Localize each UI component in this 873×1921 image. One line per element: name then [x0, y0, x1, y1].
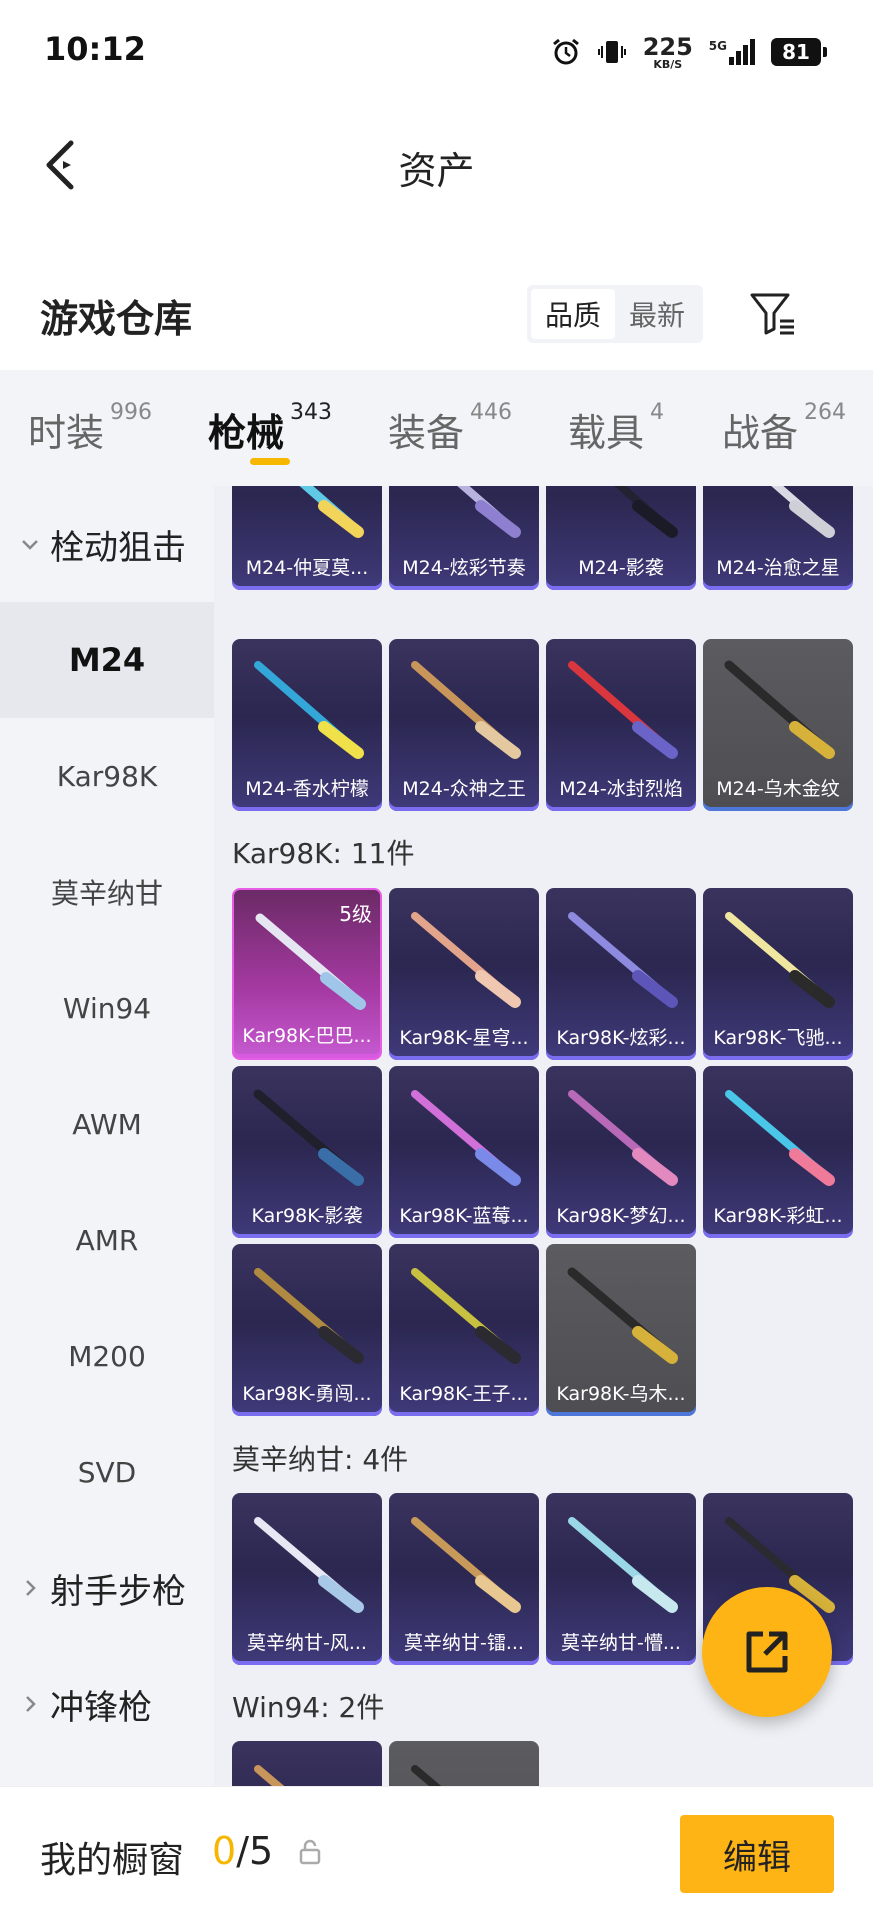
item-card[interactable]: Kar98K-梦幻... [546, 1066, 696, 1238]
sidebar-group-marksman[interactable]: 射手步枪 [0, 1530, 214, 1646]
category-tabs: 时装 996 枪械 343 装备 446 载具 4 战备 264 [0, 370, 873, 487]
rifle-icon [568, 661, 678, 759]
chevron-right-icon [18, 1692, 42, 1716]
item-card[interactable]: M24-香水柠檬 [232, 639, 382, 811]
item-card[interactable] [232, 1741, 382, 1786]
item-card[interactable] [389, 1741, 539, 1786]
rifle-icon [568, 1517, 678, 1613]
rifle-icon [254, 1268, 364, 1364]
item-card[interactable]: 莫辛纳甘-镭... [389, 1493, 539, 1665]
item-card[interactable]: Kar98K-星穹... [389, 888, 539, 1060]
rifle-icon [724, 660, 835, 759]
sidebar: 栓动狙击 M24 Kar98K 莫辛纳甘 Win94 AWM AMR M200 … [0, 486, 214, 1786]
share-fab[interactable] [702, 1587, 832, 1717]
rifle-icon [411, 912, 521, 1008]
item-card[interactable]: M24-乌木金纹 [703, 639, 853, 811]
item-card[interactable]: Kar98K-彩虹... [703, 1066, 853, 1238]
rifle-icon [771, 486, 835, 538]
lock-icon [299, 1839, 321, 1865]
sidebar-item-m200[interactable]: M200 [0, 1298, 214, 1414]
category-header-mosin: 莫辛纳甘: 4件 [232, 1443, 409, 1476]
rifle-icon [411, 1765, 442, 1786]
page-title: 资产 [398, 149, 475, 193]
item-card[interactable]: Kar98K-飞驰... [703, 888, 853, 1060]
signal-icon: 5G [709, 39, 755, 65]
rifle-icon [614, 486, 678, 538]
rifle-icon [725, 912, 835, 1008]
item-card[interactable]: M24-仲夏莫... [232, 486, 382, 590]
alarm-icon [552, 38, 579, 65]
category-header-kar98k: Kar98K: 11件 [232, 837, 415, 870]
rifle-icon [568, 1090, 678, 1186]
sidebar-item-awm[interactable]: AWM [0, 1066, 214, 1182]
showcase-count: 0/5 [212, 1829, 274, 1873]
sidebar-item-svd[interactable]: SVD [0, 1414, 214, 1530]
status-icons: 225 KB/S 5G 81 [551, 30, 827, 74]
filter-button[interactable] [745, 284, 801, 344]
sort-quality-option[interactable]: 品质 [531, 289, 616, 339]
network-speed: 225 KB/S [642, 32, 693, 71]
sort-toggle: 品质 最新 [527, 285, 704, 343]
rifle-icon [568, 912, 678, 1008]
item-card[interactable]: M24-冰封烈焰 [546, 639, 696, 811]
external-link-icon [746, 1631, 788, 1673]
section-header: 游戏仓库 品质 最新 [0, 230, 873, 370]
chevron-right-icon [18, 1576, 42, 1600]
tab-vehicles[interactable]: 载具 4 [568, 400, 664, 457]
section-title: 游戏仓库 [40, 297, 193, 341]
item-card[interactable]: M24-治愈之星 [703, 486, 853, 590]
sort-latest-option[interactable]: 最新 [615, 289, 699, 339]
vibrate-icon [597, 41, 626, 63]
item-card[interactable]: Kar98K-勇闯... [232, 1244, 382, 1416]
filter-icon [750, 293, 794, 335]
chevron-down-icon [18, 532, 42, 556]
sidebar-item-kar98k[interactable]: Kar98K [0, 718, 214, 834]
item-card[interactable]: Kar98K-蓝莓... [389, 1066, 539, 1238]
rifle-icon [411, 1268, 521, 1364]
item-card[interactable]: 莫辛纳甘-风... [232, 1493, 382, 1665]
status-time: 10:12 [44, 30, 146, 68]
item-card[interactable]: Kar98K-影袭 [232, 1066, 382, 1238]
bottom-bar: 我的橱窗 0/5 编辑 [0, 1786, 873, 1921]
sidebar-item-win94[interactable]: Win94 [0, 950, 214, 1066]
sidebar-group-smg[interactable]: 冲锋枪 [0, 1646, 214, 1762]
tab-indicator [250, 458, 290, 465]
nav-bar: 资产 [0, 100, 873, 230]
sidebar-item-amr[interactable]: AMR [0, 1182, 214, 1298]
rifle-icon [255, 913, 366, 1010]
item-card[interactable]: M24-影袭 [546, 486, 696, 590]
item-card[interactable]: M24-众神之王 [389, 639, 539, 811]
rifle-icon [411, 661, 521, 759]
tab-weapons[interactable]: 枪械 343 [208, 400, 332, 457]
rifle-icon [254, 1517, 364, 1613]
item-card[interactable]: Kar98K-炫彩... [546, 888, 696, 1060]
rifle-icon [254, 661, 364, 759]
status-bar: 10:12 225 KB/S 5G 81 [0, 0, 873, 100]
showcase-label: 我的橱窗 [40, 1840, 185, 1881]
category-header-win94: Win94: 2件 [232, 1691, 385, 1724]
item-card[interactable]: M24-炫彩节奏 [389, 486, 539, 590]
rifle-icon [411, 1090, 521, 1186]
tab-equipment[interactable]: 装备 446 [388, 400, 512, 457]
rifle-icon [567, 1267, 678, 1364]
rifle-icon [411, 1517, 521, 1613]
rifle-icon [725, 1090, 835, 1186]
tab-battle-prep[interactable]: 战备 264 [722, 400, 846, 457]
item-card[interactable]: 莫辛纳甘-懵... [546, 1493, 696, 1665]
battery-icon: 81 [771, 38, 827, 66]
sidebar-group-bolt-action[interactable]: 栓动狙击 [0, 486, 214, 602]
tab-fashion[interactable]: 时装 996 [28, 400, 152, 457]
rifle-icon [253, 1089, 364, 1186]
item-card[interactable]: Kar98K-王子... [389, 1244, 539, 1416]
sidebar-item-mosin[interactable]: 莫辛纳甘 [0, 834, 214, 950]
sidebar-item-m24[interactable]: M24 [0, 602, 214, 718]
rifle-icon [457, 486, 521, 538]
rifle-icon [299, 486, 364, 538]
item-card[interactable]: 5级 Kar98K-巴巴... [232, 888, 382, 1060]
rifle-icon [254, 1765, 285, 1786]
edit-button[interactable]: 编辑 [680, 1815, 834, 1893]
item-card[interactable]: Kar98K-乌木... [546, 1244, 696, 1416]
